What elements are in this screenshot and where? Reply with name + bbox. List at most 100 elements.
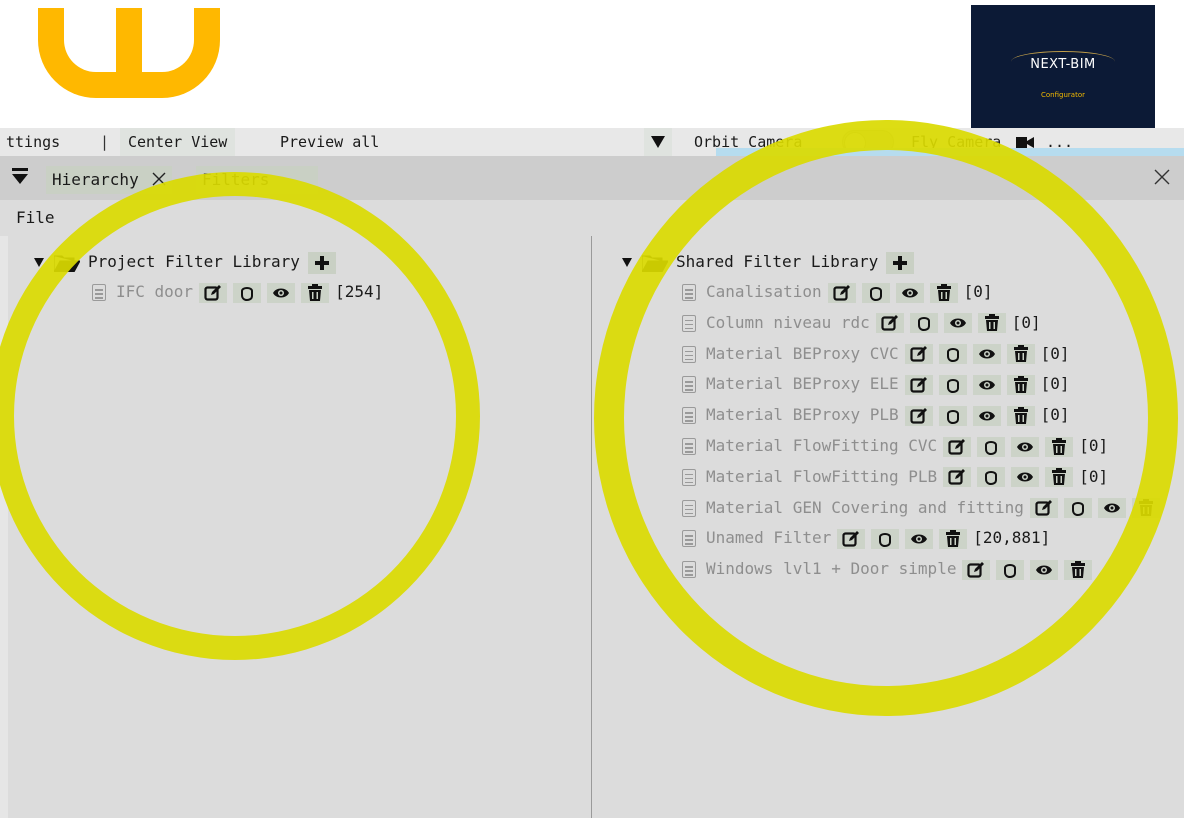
add-filter-button[interactable] <box>307 251 336 274</box>
collapse-icon[interactable] <box>12 168 28 186</box>
select-hand-icon[interactable] <box>938 405 967 426</box>
shared-library-header[interactable]: Shared Filter Library <box>622 250 915 274</box>
eye-icon[interactable] <box>972 344 1001 365</box>
document-icon <box>92 284 106 301</box>
trash-icon[interactable] <box>1045 467 1074 488</box>
eye-icon[interactable] <box>972 374 1001 395</box>
filter-row[interactable]: Material FlowFitting PLB [0] <box>682 465 1108 489</box>
eye-icon[interactable] <box>1097 498 1126 519</box>
document-icon <box>682 468 696 486</box>
filter-row[interactable]: Column niveau rdc [0] <box>682 311 1041 335</box>
edit-icon[interactable] <box>943 436 972 457</box>
filter-row[interactable]: Unamed Filter [20,881] <box>682 526 1050 550</box>
document-icon <box>682 530 696 548</box>
filter-row[interactable]: Material BEProxy CVC [0] <box>682 342 1070 366</box>
center-view-button[interactable]: Center View <box>120 128 236 156</box>
tab-filters-label: Filters <box>202 170 270 189</box>
document-icon <box>682 376 696 394</box>
tab-hierarchy-label: Hierarchy <box>52 170 139 189</box>
viewport-edge <box>716 148 1184 156</box>
edit-icon[interactable] <box>1029 498 1058 519</box>
document-icon <box>682 499 696 517</box>
select-hand-icon[interactable] <box>1063 498 1092 519</box>
filter-count: [20,881] <box>973 528 1051 548</box>
shared-library-title: Shared Filter Library <box>676 252 879 271</box>
yellow-b-logo <box>0 0 230 128</box>
trash-icon[interactable] <box>1006 405 1035 426</box>
filter-row[interactable]: Windows lvl1 + Door simple <box>682 557 1098 581</box>
filter-row[interactable]: Material BEProxy PLB [0] <box>682 403 1070 427</box>
eye-icon[interactable] <box>1011 436 1040 457</box>
menu-bar: File <box>0 200 1184 236</box>
filter-row[interactable]: IFC door [254] <box>92 280 383 304</box>
filter-name: Material BEProxy PLB <box>706 405 899 425</box>
select-hand-icon[interactable] <box>938 374 967 395</box>
folder-open-icon <box>54 255 80 272</box>
edit-icon[interactable] <box>904 344 933 365</box>
trash-icon[interactable] <box>1064 559 1093 580</box>
filter-row[interactable]: Material FlowFitting CVC [0] <box>682 434 1108 458</box>
logo-subtitle: Configurator <box>1041 91 1085 99</box>
add-filter-button[interactable] <box>886 251 915 274</box>
filter-row[interactable]: Canalisation [0] <box>682 280 993 304</box>
tab-hierarchy[interactable]: Hierarchy <box>46 166 173 194</box>
filter-row[interactable]: Material BEProxy ELE [0] <box>682 372 1070 396</box>
trash-icon[interactable] <box>1131 498 1160 519</box>
document-icon <box>682 314 696 332</box>
eye-icon[interactable] <box>905 528 934 549</box>
tab-bar: Hierarchy Filters <box>0 156 1184 200</box>
toolbar-separator: | <box>100 133 110 151</box>
edit-icon[interactable] <box>837 528 866 549</box>
panel-divider[interactable] <box>591 236 592 818</box>
eye-icon[interactable] <box>267 282 296 303</box>
eye-icon[interactable] <box>972 405 1001 426</box>
edit-icon[interactable] <box>904 405 933 426</box>
edit-icon[interactable] <box>827 282 856 303</box>
menu-file[interactable]: File <box>16 208 55 227</box>
document-icon <box>682 561 696 579</box>
trash-icon[interactable] <box>301 282 330 303</box>
edit-icon[interactable] <box>904 374 933 395</box>
select-hand-icon[interactable] <box>871 528 900 549</box>
trash-icon[interactable] <box>977 313 1006 334</box>
select-hand-icon[interactable] <box>861 282 890 303</box>
select-hand-icon[interactable] <box>996 559 1025 580</box>
expand-triangle-icon[interactable] <box>34 258 44 267</box>
filter-name: Material FlowFitting PLB <box>706 466 938 486</box>
select-hand-icon[interactable] <box>977 467 1006 488</box>
edit-icon[interactable] <box>199 282 228 303</box>
close-icon[interactable] <box>152 172 166 186</box>
filter-count: [254] <box>335 282 384 301</box>
select-hand-icon[interactable] <box>233 282 262 303</box>
filter-name: Material FlowFitting CVC <box>706 436 938 455</box>
trash-icon[interactable] <box>1006 344 1035 365</box>
select-hand-icon[interactable] <box>909 313 938 334</box>
preview-all-button[interactable]: Preview all <box>272 128 387 156</box>
select-hand-icon[interactable] <box>977 436 1006 457</box>
trash-icon[interactable] <box>1045 436 1074 457</box>
eye-icon[interactable] <box>895 282 924 303</box>
select-hand-icon[interactable] <box>938 344 967 365</box>
expand-triangle-icon[interactable] <box>622 258 632 267</box>
project-library-header[interactable]: Project Filter Library <box>34 250 336 274</box>
trash-icon[interactable] <box>1006 374 1035 395</box>
eye-icon[interactable] <box>1011 467 1040 488</box>
dropdown-arrow-icon[interactable] <box>644 128 672 156</box>
document-icon <box>682 284 696 301</box>
eye-icon[interactable] <box>943 313 972 334</box>
edit-icon[interactable] <box>943 467 972 488</box>
filter-row[interactable]: Material GEN Covering and fitting <box>682 496 1166 520</box>
project-library-title: Project Filter Library <box>88 252 300 271</box>
trash-icon[interactable] <box>939 528 968 549</box>
close-panel-icon[interactable] <box>1152 167 1172 187</box>
edit-icon[interactable] <box>962 559 991 580</box>
edit-icon[interactable] <box>875 313 904 334</box>
logo-name: NEXT-BIM <box>1030 57 1096 72</box>
trash-icon[interactable] <box>929 282 958 303</box>
eye-icon[interactable] <box>1030 559 1059 580</box>
settings-button[interactable]: ttings <box>0 128 68 156</box>
folder-open-icon <box>642 255 668 272</box>
tab-filters[interactable]: Filters <box>196 166 318 194</box>
filter-name: Column niveau rdc <box>706 312 870 332</box>
filter-name: Unamed Filter <box>706 528 832 548</box>
